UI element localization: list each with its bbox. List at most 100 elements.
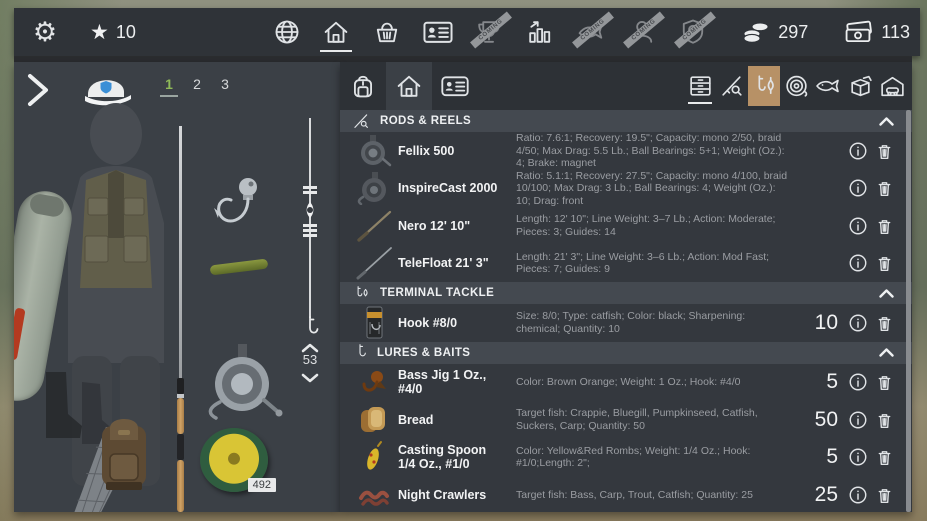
gear-icon: ⚙ — [33, 19, 57, 46]
info-button[interactable] — [844, 485, 871, 505]
clans-button[interactable]: COMING — [676, 8, 710, 56]
outfit-tab-3[interactable]: 3 — [216, 76, 234, 97]
inventory-row-bass-jig[interactable]: Bass Jig 1 Oz., #4/0 Color: Brown Orange… — [340, 364, 912, 402]
filter-garage[interactable] — [876, 66, 908, 106]
line-spool-slot[interactable]: 492 — [200, 428, 272, 498]
collapse-chevron-icon[interactable] — [879, 289, 894, 298]
rod-slot[interactable] — [174, 126, 186, 512]
backpack-icon — [94, 414, 154, 494]
inventory-row-fellix-500[interactable]: Fellix 500 Ratio: 7.6:1; Recovery: 19.5"… — [340, 132, 912, 170]
info-button[interactable] — [844, 216, 871, 236]
rod-case-logo — [14, 308, 26, 361]
tournaments-button[interactable]: COMING — [472, 8, 506, 56]
delete-button[interactable] — [871, 141, 898, 161]
inventory-row-bread[interactable]: Bread Target fish: Crappie, Bluegill, Pu… — [340, 401, 912, 439]
inventory-row-casting-spoon[interactable]: Casting Spoon 1/4 Oz., #1/0 Color: Yello… — [340, 439, 912, 477]
cash-balance[interactable]: 113 — [842, 18, 910, 46]
delete-button[interactable] — [871, 216, 898, 236]
info-icon — [848, 313, 868, 333]
outfit-tab-2[interactable]: 2 — [188, 76, 206, 97]
game-screen: ⚙ ★ 10 — [0, 0, 927, 521]
inventory-row-telefloat[interactable]: TeleFloat 21' 3" Length: 21' 3"; Line We… — [340, 245, 912, 283]
delete-button[interactable] — [871, 410, 898, 430]
filter-storage[interactable] — [684, 66, 716, 106]
rig-setup: 53 — [290, 112, 330, 452]
rig-sinker — [303, 234, 317, 237]
chevron-down-icon — [301, 373, 319, 383]
settings-button[interactable]: ⚙ — [28, 8, 62, 56]
tab-home-storage[interactable] — [386, 62, 432, 110]
coins-icon — [741, 17, 771, 47]
level-indicator[interactable]: ★ 10 — [90, 20, 136, 44]
info-icon — [848, 485, 868, 505]
filter-lines[interactable] — [780, 66, 812, 106]
info-button[interactable] — [844, 253, 871, 273]
statistics-button[interactable] — [523, 8, 557, 56]
inventory-row-nero[interactable]: Nero 12' 10" Length: 12' 10"; Line Weigh… — [340, 207, 912, 245]
filter-chum[interactable] — [844, 66, 876, 106]
filter-lures[interactable] — [812, 66, 844, 106]
inventory-list: RODS & REELS Fellix 500 Ratio: 7.6:1; Re… — [340, 110, 912, 512]
info-button[interactable] — [844, 447, 871, 467]
garage-icon — [878, 73, 907, 100]
inventory-row-inspirecast-2000[interactable]: InspireCast 2000 Ratio: 5.1:1; Recovery:… — [340, 170, 912, 208]
licenses-button[interactable] — [421, 8, 455, 56]
collapse-chevron-icon[interactable] — [879, 117, 894, 126]
info-icon — [848, 447, 868, 467]
rod-cork-upper — [177, 398, 184, 434]
info-button[interactable] — [844, 372, 871, 392]
item-description: Length: 21' 3"; Line Weight: 3–6 Lb.; Ac… — [504, 251, 798, 276]
scrollbar[interactable] — [906, 110, 911, 512]
info-button[interactable] — [844, 313, 871, 333]
world-map-button[interactable] — [272, 8, 302, 56]
inventory-tab-bar — [340, 62, 912, 110]
jig-head-slot[interactable] — [210, 174, 264, 240]
rig-float-slot[interactable] — [301, 200, 319, 227]
tab-backpack[interactable] — [340, 62, 386, 110]
soft-bait-slot[interactable] — [210, 259, 269, 276]
rig-sinker — [303, 186, 317, 189]
item-description: Target fish: Bass, Carp, Trout, Catfish;… — [504, 489, 798, 501]
inventory-row-hook-8-0[interactable]: Hook #8/0 Size: 8/0; Type: catfish; Colo… — [340, 304, 912, 342]
info-icon — [848, 216, 868, 236]
delete-button[interactable] — [871, 372, 898, 392]
info-button[interactable] — [844, 178, 871, 198]
coins-balance[interactable]: 297 — [741, 17, 808, 47]
friends-button[interactable]: COMING — [625, 8, 659, 56]
tab-licenses[interactable] — [432, 62, 478, 110]
collapse-chevron-icon[interactable] — [879, 348, 894, 357]
rod-cork-lower — [177, 460, 184, 512]
reel-icon — [202, 344, 284, 420]
home-button[interactable] — [319, 8, 353, 56]
section-header-terminal-tackle[interactable]: TERMINAL TACKLE — [340, 282, 912, 304]
item-name: InspireCast 2000 — [398, 181, 504, 195]
delete-button[interactable] — [871, 447, 898, 467]
delete-button[interactable] — [871, 253, 898, 273]
spinning-reel-thumb-icon — [350, 171, 398, 205]
competitions-button[interactable]: COMING — [574, 8, 608, 56]
section-header-rods-reels[interactable]: RODS & REELS — [340, 110, 912, 132]
backpack-slot[interactable] — [94, 414, 154, 494]
item-description: Ratio: 5.1:1; Recovery: 27.5"; Capacity:… — [504, 170, 798, 207]
item-name: Hook #8/0 — [398, 316, 504, 330]
reel-slot[interactable] — [202, 344, 284, 420]
info-button[interactable] — [844, 410, 871, 430]
filter-rods-reels[interactable] — [716, 66, 748, 106]
delete-button[interactable] — [871, 178, 898, 198]
item-name: Bass Jig 1 Oz., #4/0 — [398, 368, 504, 397]
inventory-row-night-crawlers[interactable]: Night Crawlers Target fish: Bass, Carp, … — [340, 476, 912, 512]
section-header-lures-baits[interactable]: LURES & BAITS — [340, 342, 912, 364]
section-title: TERMINAL TACKLE — [380, 287, 870, 299]
delete-button[interactable] — [871, 313, 898, 333]
filter-terminal-tackle[interactable] — [748, 66, 780, 106]
item-name: TeleFloat 21' 3" — [398, 256, 504, 270]
outfit-tab-1[interactable]: 1 — [160, 76, 178, 97]
item-name: Bread — [398, 413, 504, 427]
delete-button[interactable] — [871, 485, 898, 505]
depth-decrease-button[interactable] — [301, 370, 319, 388]
level-value: 10 — [116, 22, 136, 43]
shop-button[interactable] — [370, 8, 404, 56]
info-button[interactable] — [844, 141, 871, 161]
globe-icon — [273, 18, 301, 46]
trash-icon — [875, 253, 894, 273]
